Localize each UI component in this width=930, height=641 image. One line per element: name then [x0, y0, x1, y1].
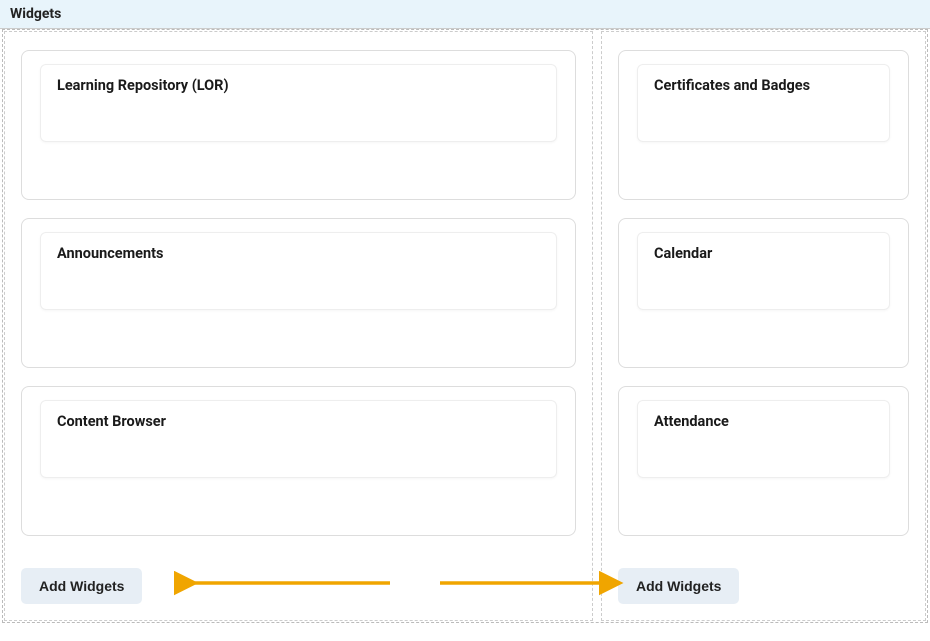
widget-card[interactable]: Learning Repository (LOR) — [21, 50, 576, 200]
widget-card[interactable]: Certificates and Badges — [618, 50, 909, 200]
add-widgets-button[interactable]: Add Widgets — [21, 568, 142, 604]
widget-card[interactable]: Attendance — [618, 386, 909, 536]
widgets-column-right[interactable]: Certificates and Badges Calendar Attenda… — [601, 31, 926, 621]
widget-card[interactable]: Calendar — [618, 218, 909, 368]
widgets-section-header: Widgets — [0, 0, 930, 29]
add-widgets-label: Add Widgets — [636, 578, 721, 594]
widget-inner: Certificates and Badges — [637, 64, 890, 142]
section-title: Widgets — [10, 6, 61, 22]
widget-title: Certificates and Badges — [654, 77, 873, 94]
widget-inner: Calendar — [637, 232, 890, 310]
widget-title: Attendance — [654, 413, 873, 430]
widget-inner: Announcements — [40, 232, 557, 310]
widget-inner: Content Browser — [40, 400, 557, 478]
widget-title: Announcements — [57, 245, 540, 262]
widget-title: Content Browser — [57, 413, 540, 430]
widget-inner: Learning Repository (LOR) — [40, 64, 557, 142]
widgets-column-left[interactable]: Learning Repository (LOR) Announcements … — [4, 31, 593, 621]
widget-title: Calendar — [654, 245, 873, 262]
widgets-layout: Learning Repository (LOR) Announcements … — [2, 29, 928, 623]
widget-card[interactable]: Content Browser — [21, 386, 576, 536]
add-widgets-button[interactable]: Add Widgets — [618, 568, 739, 604]
widget-title: Learning Repository (LOR) — [57, 77, 540, 94]
widget-card[interactable]: Announcements — [21, 218, 576, 368]
widget-inner: Attendance — [637, 400, 890, 478]
add-widgets-label: Add Widgets — [39, 578, 124, 594]
